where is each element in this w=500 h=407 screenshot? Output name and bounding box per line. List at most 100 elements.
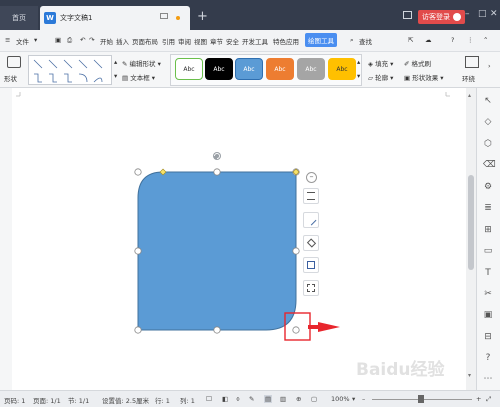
fill-shape-button[interactable] xyxy=(303,235,319,251)
menu-references[interactable]: 引用 xyxy=(162,36,175,46)
minimize-button[interactable]: – xyxy=(465,10,473,19)
style-blue-button[interactable]: Abc xyxy=(235,58,263,80)
outline-button[interactable]: ▱ 轮廓 ▾ xyxy=(368,72,393,82)
gallery-down-icon[interactable]: ▾ xyxy=(357,72,360,80)
rounded-rectangle-shape[interactable] xyxy=(137,171,297,331)
shape-label[interactable]: 形状 xyxy=(4,73,17,83)
help-icon[interactable]: ? xyxy=(451,36,454,44)
search-icon[interactable]: ⌕ xyxy=(350,36,354,45)
share-icon[interactable]: ⇱ xyxy=(408,36,413,44)
help-panel-icon[interactable]: ? xyxy=(483,353,493,363)
web-view-icon[interactable]: ⊕ xyxy=(296,395,301,403)
save-icon[interactable]: ▣ xyxy=(55,36,61,44)
menu-view[interactable]: 视图 xyxy=(194,36,207,46)
maximize-button[interactable]: □ xyxy=(478,10,487,19)
style-orange-button[interactable]: Abc xyxy=(266,58,294,80)
gallery-up-icon[interactable]: ▴ xyxy=(357,58,360,66)
search-button[interactable]: 查找 xyxy=(359,36,372,46)
tab-document[interactable]: W 文字文稿1 xyxy=(40,6,190,30)
adjust-panel-icon[interactable]: ⚙ xyxy=(483,182,493,192)
menu-special[interactable]: 特色应用 xyxy=(273,36,299,46)
zoom-out-button[interactable]: – xyxy=(362,395,365,403)
collapse-icon[interactable]: ⌃ xyxy=(483,36,488,44)
menu-bar: ≡ 文件 ▾ ▣ ⎙ ↶ ↷ 开始 插入 页面布局 引用 审阅 视图 章节 安全… xyxy=(0,30,500,52)
layout-options-button[interactable] xyxy=(303,188,319,204)
style-black-button[interactable]: Abc xyxy=(205,58,233,80)
more-panel-icon[interactable]: ⋯ xyxy=(483,374,493,384)
text-panel-icon[interactable]: T xyxy=(483,268,493,278)
bookmark-icon[interactable]: ◧ xyxy=(222,395,228,403)
textbox-button[interactable]: ▤ 文本框 ▾ xyxy=(122,72,155,82)
cut-icon[interactable]: ✂ xyxy=(483,289,493,299)
collapse-toolbar-icon[interactable]: – xyxy=(306,172,317,183)
fill-button[interactable]: ◈ 填充 ▾ xyxy=(368,58,393,68)
menu-file[interactable]: 文件 xyxy=(16,36,29,46)
close-button[interactable]: ✕ xyxy=(490,10,498,19)
menu-security[interactable]: 安全 xyxy=(226,36,239,46)
tab-drawing-tools[interactable]: 绘图工具 xyxy=(305,33,337,47)
shape-panel-icon[interactable]: ◇ xyxy=(483,117,493,127)
menu-insert[interactable]: 插入 xyxy=(116,36,129,46)
zoom-level[interactable]: 100% xyxy=(331,395,350,403)
login-button[interactable]: 访客登录 xyxy=(418,10,465,24)
picture-icon[interactable]: ▣ xyxy=(483,310,493,320)
zoom-slider-thumb[interactable] xyxy=(418,395,424,403)
line-style-gallery[interactable] xyxy=(28,55,112,85)
menu-chapter[interactable]: 章节 xyxy=(210,36,223,46)
section-count: 节: 1/1 xyxy=(68,397,90,405)
eraser-icon[interactable]: ⌫ xyxy=(483,160,496,170)
style-white-button[interactable]: Abc xyxy=(175,58,203,80)
scroll-down-icon[interactable]: ▾ xyxy=(114,72,117,80)
new-tab-button[interactable]: + xyxy=(197,9,208,24)
checkbox-icon[interactable]: ☐ xyxy=(206,395,212,403)
rotate-handle-icon[interactable] xyxy=(213,152,221,160)
more-icon[interactable]: ⋮ xyxy=(467,36,474,44)
scroll-up-arrow-icon[interactable]: ▴ xyxy=(468,92,471,99)
read-view-icon[interactable]: ▢ xyxy=(311,395,317,403)
menu-icon[interactable]: ≡ xyxy=(5,36,10,44)
wrap-label[interactable]: 环绕 xyxy=(462,73,475,83)
scroll-up-icon[interactable]: ▴ xyxy=(114,58,117,66)
shape-effects-button[interactable]: ▣ 形状效果 ▾ xyxy=(404,72,444,82)
menu-start[interactable]: 开始 xyxy=(100,36,113,46)
layout-icon[interactable] xyxy=(403,11,412,19)
zoom-in-button[interactable]: + xyxy=(476,395,481,403)
tab-home[interactable]: 首页 xyxy=(0,6,38,30)
fullscreen-icon[interactable]: ⤢ xyxy=(486,395,491,404)
style-gray-button[interactable]: Abc xyxy=(297,58,325,80)
proofread-icon[interactable]: ⌽ xyxy=(236,395,240,404)
redo-icon[interactable]: ↷ xyxy=(89,36,94,44)
cloud-icon[interactable]: ☁ xyxy=(425,36,432,44)
menu-review[interactable]: 审阅 xyxy=(178,36,191,46)
resize-handle xyxy=(292,247,300,255)
select-icon[interactable]: ↖ xyxy=(483,96,493,106)
image-icon[interactable]: ▭ xyxy=(483,246,493,256)
row-indicator: 行: 1 xyxy=(155,397,170,405)
chevron-down-icon[interactable]: ▾ xyxy=(34,36,37,44)
scroll-down-arrow-icon[interactable]: ▾ xyxy=(468,372,471,379)
grid-icon[interactable]: ⊞ xyxy=(483,225,493,235)
wrap-icon[interactable] xyxy=(465,56,479,68)
edit-line-button[interactable] xyxy=(303,212,319,228)
outline-view-icon[interactable]: ▥ xyxy=(280,395,286,403)
outline-shape-button[interactable] xyxy=(303,257,319,273)
toolbox-icon[interactable]: ⊟ xyxy=(483,332,493,342)
menu-page-layout[interactable]: 页面布局 xyxy=(132,36,158,46)
scroll-thumb[interactable] xyxy=(468,175,474,270)
edit-shape-button[interactable]: ✎ 编辑形状 ▾ xyxy=(122,58,161,68)
edit-mode-icon[interactable]: ✎ xyxy=(249,395,254,403)
wrap-text-icon xyxy=(307,192,315,200)
ribbon-more-icon[interactable]: › xyxy=(488,62,491,70)
style-panel-icon[interactable]: ⬡ xyxy=(483,139,493,149)
shape-icon[interactable] xyxy=(7,56,21,68)
format-painter-button[interactable]: ✐ 格式刷 xyxy=(404,58,431,68)
style-yellow-button[interactable]: Abc xyxy=(328,58,356,80)
undo-icon[interactable]: ↶ xyxy=(80,36,85,44)
align-icon[interactable]: ≣ xyxy=(483,203,493,213)
print-icon[interactable]: ⎙ xyxy=(67,36,72,45)
menu-developer[interactable]: 开发工具 xyxy=(242,36,268,46)
monitor-icon[interactable] xyxy=(160,13,168,19)
crop-button[interactable] xyxy=(303,280,319,296)
page-view-icon[interactable]: ▤ xyxy=(264,395,273,403)
zoom-dropdown-icon[interactable]: ▾ xyxy=(352,395,355,403)
